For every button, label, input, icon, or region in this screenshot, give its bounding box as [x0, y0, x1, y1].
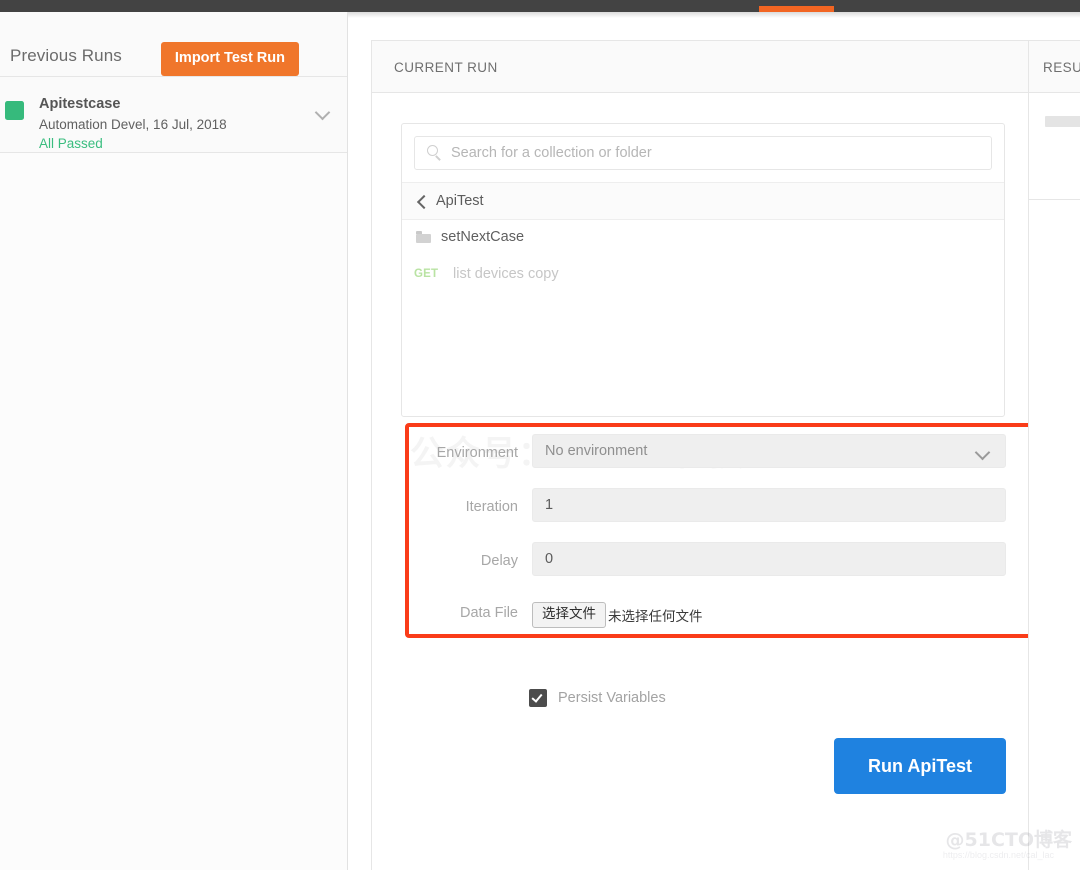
choose-file-button[interactable]: 选择文件 — [532, 602, 606, 628]
environment-select[interactable]: No environment — [532, 434, 1006, 468]
results-title: RESULTS — [1043, 60, 1080, 75]
delay-label: Delay — [480, 553, 518, 569]
search-icon — [427, 145, 443, 161]
current-run-header: CURRENT RUN — [372, 41, 1028, 93]
iteration-row: Iteration 1 — [372, 483, 1029, 537]
persist-variables-checkbox[interactable] — [529, 689, 547, 707]
search-input[interactable] — [451, 137, 991, 169]
current-run-title: CURRENT RUN — [394, 60, 498, 75]
delay-input[interactable]: 0 — [532, 542, 1006, 576]
current-run-panel: CURRENT RUN ApiTest — [371, 40, 1033, 870]
data-file-row: Data File 选择文件 未选择任何文件 — [372, 591, 1029, 637]
chevron-left-icon[interactable] — [416, 196, 427, 207]
search-wrap — [402, 124, 1004, 182]
run-status-square — [5, 101, 24, 120]
run-settings-form: Environment No environment Iteration 1 D… — [372, 429, 1029, 637]
app-root: Previous Runs Import Test Run Apitestcas… — [0, 0, 1080, 870]
run-meta: Automation Devel, 16 Jul, 2018 — [39, 117, 227, 132]
run-name: Apitestcase — [39, 96, 121, 112]
site-watermark: @51CTO博客 — [945, 829, 1073, 851]
persist-variables-label: Persist Variables — [558, 690, 666, 706]
window-title-bar — [0, 0, 1080, 12]
results-divider — [1029, 199, 1080, 200]
list-item-folder[interactable]: setNextCase — [402, 220, 1004, 257]
run-apitest-button[interactable]: Run ApiTest — [834, 738, 1006, 794]
request-name: list devices copy — [453, 266, 559, 282]
breadcrumb-back-row[interactable]: ApiTest — [402, 182, 1004, 220]
check-icon — [531, 691, 543, 703]
list-item-request[interactable]: GET list devices copy — [402, 257, 1004, 294]
folder-label: setNextCase — [441, 229, 525, 245]
delay-row: Delay 0 — [372, 537, 1029, 591]
import-test-run-button[interactable]: Import Test Run — [160, 42, 299, 76]
previous-run-item[interactable]: Apitestcase Automation Devel, 16 Jul, 20… — [0, 77, 347, 153]
run-status-text: All Passed — [39, 136, 103, 151]
sidebar-empty-area — [0, 153, 347, 870]
site-watermark-url: https://blog.csdn.net/cal_lac — [942, 850, 1054, 860]
breadcrumb-label: ApiTest — [436, 193, 484, 209]
persist-variables-row: Persist Variables — [372, 687, 1029, 717]
sidebar-header: Previous Runs Import Test Run — [0, 12, 347, 77]
collection-item-list: setNextCase GET list devices copy — [402, 220, 1004, 294]
environment-row: Environment No environment — [372, 429, 1029, 483]
results-header: RESULTS — [1029, 41, 1080, 93]
iteration-input[interactable]: 1 — [532, 488, 1006, 522]
data-file-label: Data File — [459, 605, 518, 621]
delay-value: 0 — [545, 551, 554, 567]
folder-icon — [416, 231, 431, 243]
iteration-value: 1 — [545, 497, 554, 513]
collection-picker: ApiTest setNextCase GET list devices cop… — [401, 123, 1005, 417]
iteration-label: Iteration — [465, 499, 518, 515]
results-placeholder-bar — [1045, 116, 1080, 127]
results-panel: RESULTS — [1028, 40, 1080, 870]
chevron-down-icon[interactable] — [317, 107, 330, 120]
previous-runs-sidebar: Previous Runs Import Test Run Apitestcas… — [0, 12, 348, 870]
sidebar-title: Previous Runs — [10, 46, 122, 65]
environment-value: No environment — [545, 443, 648, 459]
request-method-label: GET — [414, 268, 439, 280]
environment-label: Environment — [436, 445, 518, 461]
search-box[interactable] — [414, 136, 992, 170]
file-selection-status: 未选择任何文件 — [608, 609, 703, 625]
chevron-down-icon[interactable] — [977, 447, 989, 459]
